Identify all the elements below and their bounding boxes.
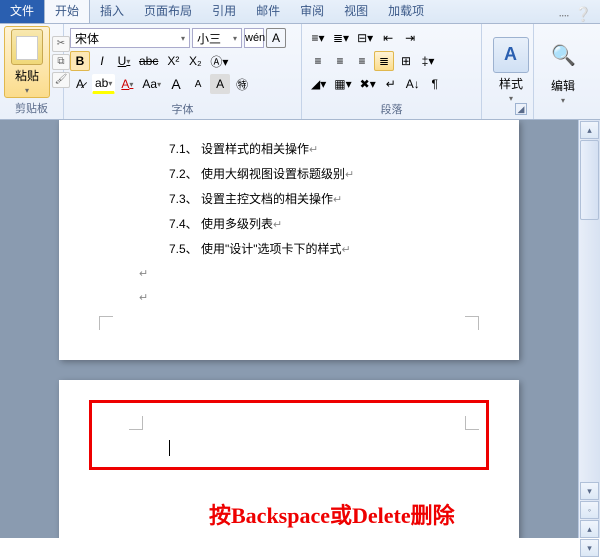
toc-line: 7.2、 使用大纲视图设置标题级别↵	[89, 165, 489, 182]
tab-mail[interactable]: 邮件	[246, 0, 290, 23]
strikethrough-button[interactable]: abc	[136, 51, 161, 71]
font-size-select[interactable]: 小三 ▾	[192, 28, 242, 48]
line-spacing-button[interactable]: ‡▾	[418, 51, 438, 71]
toc-line: 7.3、 设置主控文档的相关操作↵	[89, 190, 489, 207]
styles-dialog-launcher[interactable]: ◢	[515, 103, 527, 115]
sort-button[interactable]: ✖▾	[357, 74, 379, 94]
align-left-button[interactable]: ≡	[308, 51, 328, 71]
bullets-button[interactable]: ≡▾	[308, 28, 328, 48]
justify-button[interactable]: ≣	[374, 51, 394, 71]
clipboard-group-label: 剪贴板	[4, 98, 59, 118]
increase-indent-button[interactable]: ⇥	[400, 28, 420, 48]
margin-crop-icon	[465, 316, 479, 330]
clear-format-button[interactable]: A̷	[70, 74, 90, 94]
bold-button[interactable]: B	[70, 51, 90, 71]
annotation-caption: 按Backspace或Delete删除	[209, 498, 455, 530]
empty-paragraph: ↵	[89, 265, 489, 281]
paste-button[interactable]: 粘贴 ▾	[4, 26, 50, 98]
tab-references[interactable]: 引用	[202, 0, 246, 23]
show-marks-button[interactable]: ↵	[381, 74, 401, 94]
toc-line: 7.1、 设置样式的相关操作↵	[89, 140, 489, 157]
scroll-thumb[interactable]	[580, 140, 599, 220]
paste-icon	[11, 29, 43, 65]
editing-button[interactable]: 编辑 ▾	[538, 26, 588, 117]
group-styles: 样式 ▾ ◢	[482, 24, 534, 119]
empty-paragraph: ↵	[89, 289, 489, 305]
tab-view[interactable]: 视图	[334, 0, 378, 23]
scroll-up-button[interactable]: ▴	[580, 121, 599, 139]
tab-file[interactable]: 文件	[0, 0, 44, 23]
group-paragraph: ≡▾ ≣▾ ⊟▾ ⇤ ⇥ ≡ ≡ ≡ ≣ ⊞ ‡▾ ◢▾ ▦▾ ✖▾ ↵ A↓ …	[302, 24, 482, 119]
prev-page-button[interactable]: ▴	[580, 520, 599, 538]
character-border-button[interactable]: A	[266, 28, 286, 48]
browse-object-button[interactable]: ◦	[580, 501, 599, 519]
vertical-scrollbar[interactable]: ▴ ▾ ◦ ▴ ▾	[578, 120, 600, 538]
next-page-button[interactable]: ▾	[580, 539, 599, 557]
highlight-button[interactable]: ab▾	[92, 74, 115, 94]
paste-label: 粘贴	[15, 67, 39, 84]
paragraph-group-label: 段落	[306, 99, 477, 119]
help-icon[interactable]: ❔	[575, 6, 592, 23]
numbering-button[interactable]: ≣▾	[330, 28, 352, 48]
scroll-down-button[interactable]: ▾	[580, 482, 599, 500]
subscript-button[interactable]: X₂	[185, 51, 205, 71]
group-font: 宋体 ▾ 小三 ▾ wén A B I U▾ abc X² X₂ Ⓐ▾ A̷ ab▾…	[64, 24, 302, 119]
phonetic-guide-button[interactable]: wén	[244, 28, 264, 48]
chevron-down-icon: ▾	[561, 96, 565, 105]
styles-icon	[493, 37, 529, 73]
paragraph-mark-button[interactable]: ¶	[425, 74, 445, 94]
ribbon: 粘贴 ▾ ✂ ⧉ 🖌 剪贴板 宋体 ▾ 小三 ▾ wén A B I U▾ abc	[0, 24, 600, 120]
margin-crop-icon	[99, 316, 113, 330]
tab-page-layout[interactable]: 页面布局	[134, 0, 202, 23]
page-2: 按Backspace或Delete删除	[59, 380, 519, 538]
tab-review[interactable]: 审阅	[290, 0, 334, 23]
distribute-button[interactable]: ⊞	[396, 51, 416, 71]
underline-button[interactable]: U▾	[114, 51, 134, 71]
tab-addins[interactable]: 加载项	[378, 0, 434, 23]
align-right-button[interactable]: ≡	[352, 51, 372, 71]
document-area[interactable]: 7.1、 设置样式的相关操作↵ 7.2、 使用大纲视图设置标题级别↵ 7.3、 …	[0, 120, 578, 538]
tab-insert[interactable]: 插入	[90, 0, 134, 23]
tab-home[interactable]: 开始	[44, 0, 90, 23]
page-1: 7.1、 设置样式的相关操作↵ 7.2、 使用大纲视图设置标题级别↵ 7.3、 …	[59, 120, 519, 360]
decrease-indent-button[interactable]: ⇤	[378, 28, 398, 48]
text-cursor	[169, 440, 170, 456]
shrink-font-button[interactable]: A	[188, 74, 208, 94]
superscript-button[interactable]: X²	[163, 51, 183, 71]
italic-button[interactable]: I	[92, 51, 112, 71]
grow-font-button[interactable]: A	[166, 74, 186, 94]
chevron-down-icon: ▾	[25, 86, 29, 95]
chevron-down-icon: ▾	[181, 34, 185, 43]
align-center-button[interactable]: ≡	[330, 51, 350, 71]
font-name-value: 宋体	[75, 30, 99, 47]
chevron-down-icon: ▾	[233, 34, 237, 43]
find-icon	[545, 39, 581, 75]
styles-label: 样式	[499, 75, 523, 92]
borders-button[interactable]: ▦▾	[331, 74, 354, 94]
group-clipboard: 粘贴 ▾ ✂ ⧉ 🖌 剪贴板	[0, 24, 64, 119]
font-group-label: 字体	[68, 99, 297, 119]
shading-button[interactable]: ◢▾	[308, 74, 329, 94]
font-size-value: 小三	[197, 30, 221, 47]
toc-line: 7.5、 使用"设计"选项卡下的样式↵	[89, 240, 489, 257]
toc-line: 7.4、 使用多级列表↵	[89, 215, 489, 232]
enclose-char-button[interactable]: ㊕	[232, 74, 252, 94]
editing-label: 编辑	[551, 77, 575, 94]
multilevel-list-button[interactable]: ⊟▾	[354, 28, 376, 48]
font-color-button[interactable]: A▾	[117, 74, 137, 94]
text-effects-button[interactable]: Ⓐ▾	[207, 51, 231, 71]
change-case-button[interactable]: Aa▾	[139, 74, 164, 94]
styles-button[interactable]: 样式 ▾	[486, 26, 536, 113]
annotation-box	[89, 400, 489, 470]
sort-az-button[interactable]: A↓	[403, 74, 423, 94]
font-name-select[interactable]: 宋体 ▾	[70, 28, 190, 48]
group-editing: 编辑 ▾	[534, 24, 584, 119]
character-shading-button[interactable]: A	[210, 74, 230, 94]
minimize-ribbon-icon[interactable]: ᠁	[557, 5, 569, 23]
chevron-down-icon: ▾	[509, 94, 513, 103]
ribbon-tabs: 文件 开始 插入 页面布局 引用 邮件 审阅 视图 加载项 ᠁ ❔	[0, 0, 600, 24]
